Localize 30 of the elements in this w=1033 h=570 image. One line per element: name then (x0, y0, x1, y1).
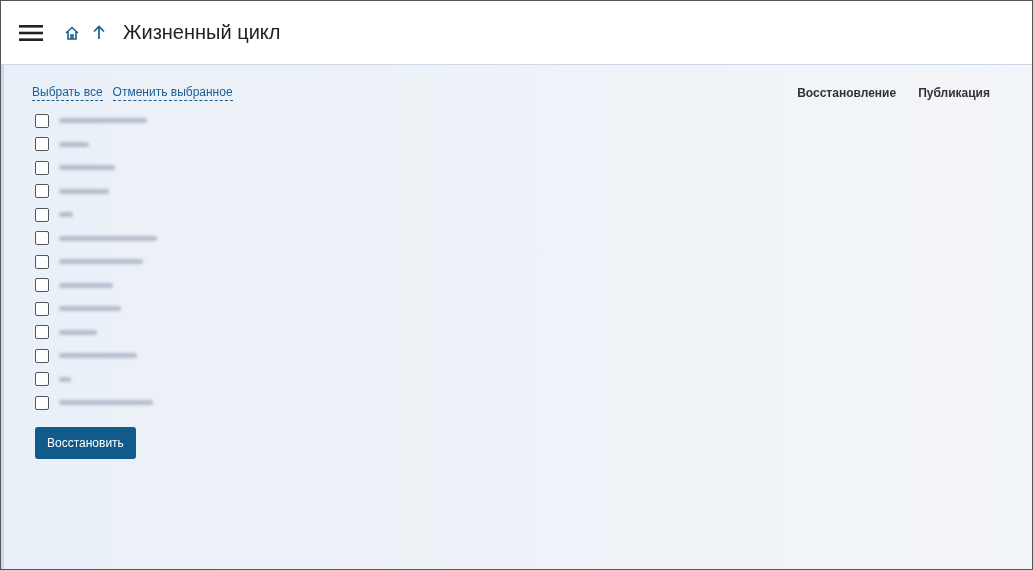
checkbox[interactable] (35, 254, 49, 269)
column-header: Публикация (918, 86, 990, 100)
checkbox[interactable] (35, 372, 49, 387)
blurred-label (59, 188, 109, 194)
checkbox[interactable] (35, 137, 49, 152)
checkbox[interactable] (35, 325, 49, 340)
up-arrow-icon[interactable] (93, 25, 105, 40)
blurred-label (59, 141, 89, 147)
checkbox[interactable] (35, 348, 49, 363)
checkbox[interactable] (35, 278, 49, 293)
select-link[interactable]: Отменить выбранное (112, 85, 233, 101)
blurred-label (59, 306, 121, 312)
checkbox[interactable] (35, 207, 49, 222)
checkbox[interactable] (35, 184, 49, 199)
blurred-label (59, 329, 97, 335)
blurred-label (59, 165, 115, 171)
blurred-label (59, 376, 71, 382)
home-icon[interactable] (65, 25, 79, 40)
checkbox[interactable] (35, 160, 49, 175)
blurred-label (59, 282, 113, 288)
blurred-label (59, 212, 73, 218)
checkbox[interactable] (35, 113, 49, 128)
checkbox[interactable] (35, 301, 49, 316)
checkbox[interactable] (35, 231, 49, 246)
checkbox[interactable] (35, 395, 49, 410)
select-link[interactable]: Выбрать все (32, 85, 103, 101)
page-title: Жизненный цикл (123, 21, 281, 44)
column-header: Восстановление (797, 86, 897, 100)
restore-button[interactable]: Восстановить (35, 426, 136, 459)
menu-icon[interactable] (19, 23, 43, 42)
